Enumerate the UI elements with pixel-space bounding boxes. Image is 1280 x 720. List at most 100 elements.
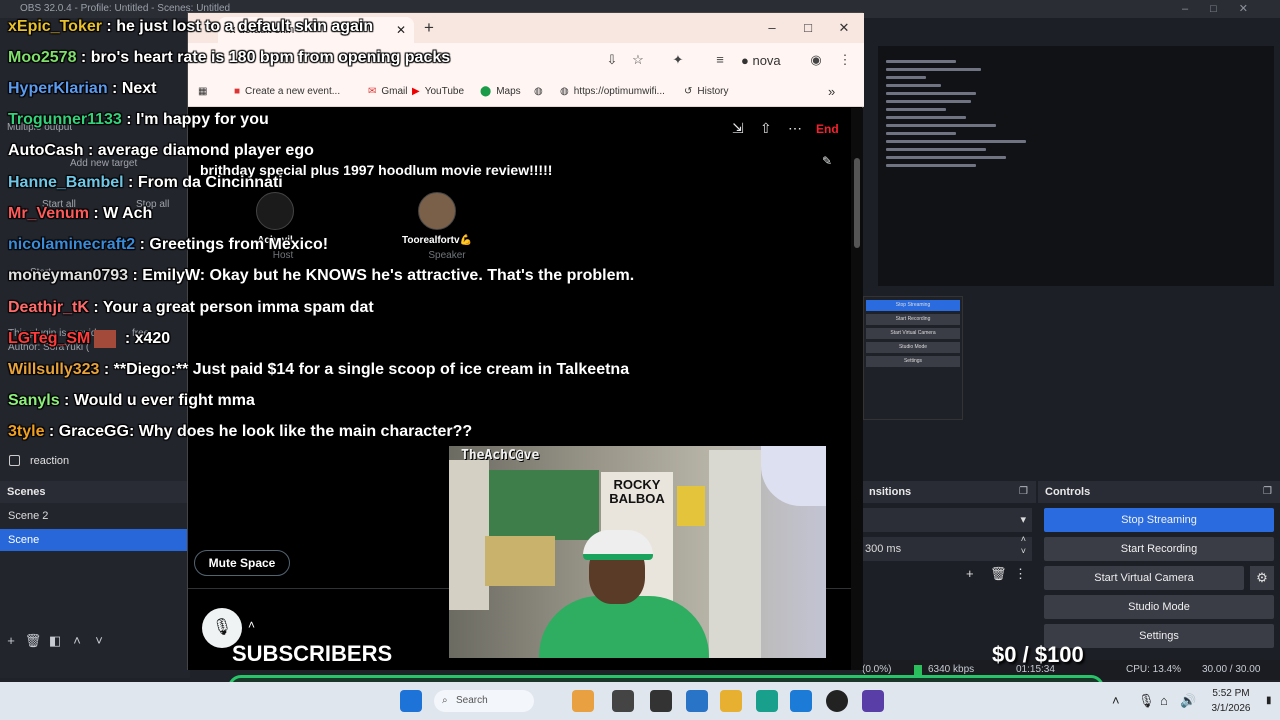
poster-yellow (677, 486, 705, 526)
delete-scene-icon[interactable]: 🗑 (22, 630, 44, 652)
chat-username: 3tyle (8, 423, 45, 440)
close-window-icon[interactable]: ✕ (826, 13, 862, 43)
taskbar-clock[interactable]: 5:52 PM 3/1/2026 (1196, 686, 1266, 716)
volume-icon[interactable]: 🔊 (1180, 682, 1196, 720)
add-scene-icon[interactable]: + (0, 630, 22, 652)
reading-list-icon[interactable]: ≡ (710, 50, 730, 70)
close-tab-icon[interactable]: ✕ (396, 17, 406, 43)
file-explorer-icon[interactable] (720, 690, 742, 712)
chat-username: AutoCash (8, 142, 84, 159)
profile-button[interactable]: ● nova (741, 51, 781, 71)
scenes-toolbar: + 🗑 ◧ ˄ ˅ (0, 630, 187, 652)
add-transition-icon[interactable]: + (966, 566, 974, 581)
minimize-space-icon[interactable]: ⇲ (732, 120, 744, 137)
microphone-tray-icon[interactable]: 🎙 (1138, 682, 1155, 720)
more-icon[interactable]: ⋯ (788, 120, 802, 137)
start-virtual-camera-button[interactable]: Start Virtual Camera (1044, 566, 1244, 590)
source-visibility-checkbox[interactable] (9, 455, 20, 466)
chat-username: nicolaminecraft2 (8, 236, 136, 253)
speaker-role: Speaker (428, 250, 466, 261)
scene-item-scene-2[interactable]: Scene 2 (0, 505, 187, 527)
obs-icon[interactable] (826, 690, 848, 712)
goal-target: / $100 (1022, 642, 1084, 667)
dock-float-icon[interactable]: ❐ (1019, 481, 1028, 503)
start-menu-icon[interactable] (400, 690, 422, 712)
preview-line (886, 84, 941, 87)
preview-line (886, 108, 946, 111)
preview-line (886, 92, 976, 95)
speaker-avatar[interactable] (418, 192, 456, 230)
mute-space-button[interactable]: Mute Space (194, 550, 290, 576)
bookmark-globe[interactable]: ◍ (534, 77, 548, 107)
duration-stepper-icon[interactable]: ˄ ˅ (1021, 533, 1026, 557)
move-up-icon[interactable]: ˄ (66, 630, 88, 652)
bookmark-optimumwifi[interactable]: ◍ https://optimumwifi... (560, 77, 665, 107)
task-view-icon[interactable] (612, 690, 634, 712)
extensions-icon[interactable]: ✦ (668, 50, 688, 70)
account-icon[interactable]: ◉ (806, 50, 826, 70)
filter-icon[interactable]: ◧ (44, 630, 66, 652)
apps-icon[interactable]: ▦ (198, 77, 207, 107)
menu-icon[interactable]: ⋮ (835, 50, 855, 70)
edit-icon[interactable]: ✎ (822, 154, 832, 168)
more-options-icon[interactable]: ⋮ (1014, 566, 1027, 582)
widgets-icon[interactable] (572, 690, 594, 712)
bookmarks-overflow-icon[interactable]: » (828, 77, 835, 107)
chat-username: Mr_Venum (8, 205, 89, 222)
maps-icon: ⬤ (480, 86, 492, 97)
scenes-header-label: Scenes (7, 486, 46, 498)
mini-stop-streaming: Stop Streaming (866, 300, 960, 311)
preview-line (886, 100, 971, 103)
transition-duration-field[interactable]: 300 ms ˄ ˅ (862, 534, 1032, 561)
scrollbar-thumb[interactable] (854, 158, 860, 248)
bookmark-create-event[interactable]: ■ Create a new event... (234, 77, 340, 107)
bookmark-history[interactable]: ↺ History (684, 77, 729, 107)
taskbar-search[interactable]: ⌕ Search (434, 690, 534, 712)
preview-line (886, 124, 996, 127)
share-icon[interactable]: ⇧ (760, 120, 772, 137)
chat-text: : Greetings from Mexico! (135, 236, 329, 253)
clock-date: 3/1/2026 (1211, 703, 1251, 714)
preview-line (886, 156, 1006, 159)
start-recording-button[interactable]: Start Recording (1044, 537, 1274, 561)
transition-select[interactable]: ▾ (862, 508, 1032, 532)
mini-start-virtual-camera: Start Virtual Camera (866, 328, 960, 339)
new-tab-icon[interactable]: + (418, 17, 440, 39)
calculator-icon[interactable] (686, 690, 708, 712)
caret-up-icon[interactable]: ˄ (248, 618, 255, 632)
store-icon[interactable] (790, 690, 812, 712)
install-app-icon[interactable]: ⇩ (602, 50, 622, 70)
dock-float-icon[interactable]: ❐ (1263, 481, 1272, 503)
chat-text: : GraceGG: Why does he look like the mai… (44, 423, 473, 440)
transition-toolbar: + 🗑 ⋮ (964, 566, 1034, 586)
bookmark-gmail[interactable]: ✉ Gmail (368, 77, 408, 107)
chat-text: : I'm happy for you (121, 111, 269, 128)
studio-mode-button[interactable]: Studio Mode (1044, 595, 1274, 619)
source-reaction[interactable]: reaction (0, 450, 190, 472)
end-space-button[interactable]: End (816, 122, 839, 136)
poster-green (489, 470, 599, 540)
preview-line (886, 60, 956, 63)
minimize-icon[interactable]: – (754, 13, 790, 43)
chat-text: : Your a great person imma spam dat (88, 299, 374, 316)
move-down-icon[interactable]: ˅ (88, 630, 110, 652)
tray-overflow-icon[interactable]: ˄ (1112, 682, 1120, 720)
edge-icon[interactable] (756, 690, 778, 712)
host-avatar[interactable] (256, 192, 294, 230)
scene-item-scene[interactable]: Scene (0, 529, 187, 551)
virtual-camera-settings-icon[interactable]: ⚙ (1250, 566, 1274, 590)
bookmark-label: https://optimumwifi... (573, 86, 665, 97)
bookmark-youtube[interactable]: ▶ YouTube (412, 77, 464, 107)
page-scrollbar[interactable] (851, 108, 863, 670)
maximize-icon[interactable]: □ (790, 13, 826, 43)
obs-window-controls[interactable]: –□✕ (1182, 0, 1270, 18)
notification-icon[interactable]: ▮ (1266, 682, 1272, 720)
delete-transition-icon[interactable]: 🗑 (990, 566, 1007, 582)
bookmark-maps[interactable]: ⬤ Maps (480, 77, 521, 107)
bookmark-star-icon[interactable]: ☆ (628, 50, 648, 70)
app-icon[interactable] (650, 690, 672, 712)
app-icon[interactable] (862, 690, 884, 712)
network-icon[interactable]: ⌂ (1160, 682, 1168, 720)
chat-message: nicolaminecraft2 : Greetings from Mexico… (8, 236, 328, 254)
stop-streaming-button[interactable]: Stop Streaming (1044, 508, 1274, 532)
